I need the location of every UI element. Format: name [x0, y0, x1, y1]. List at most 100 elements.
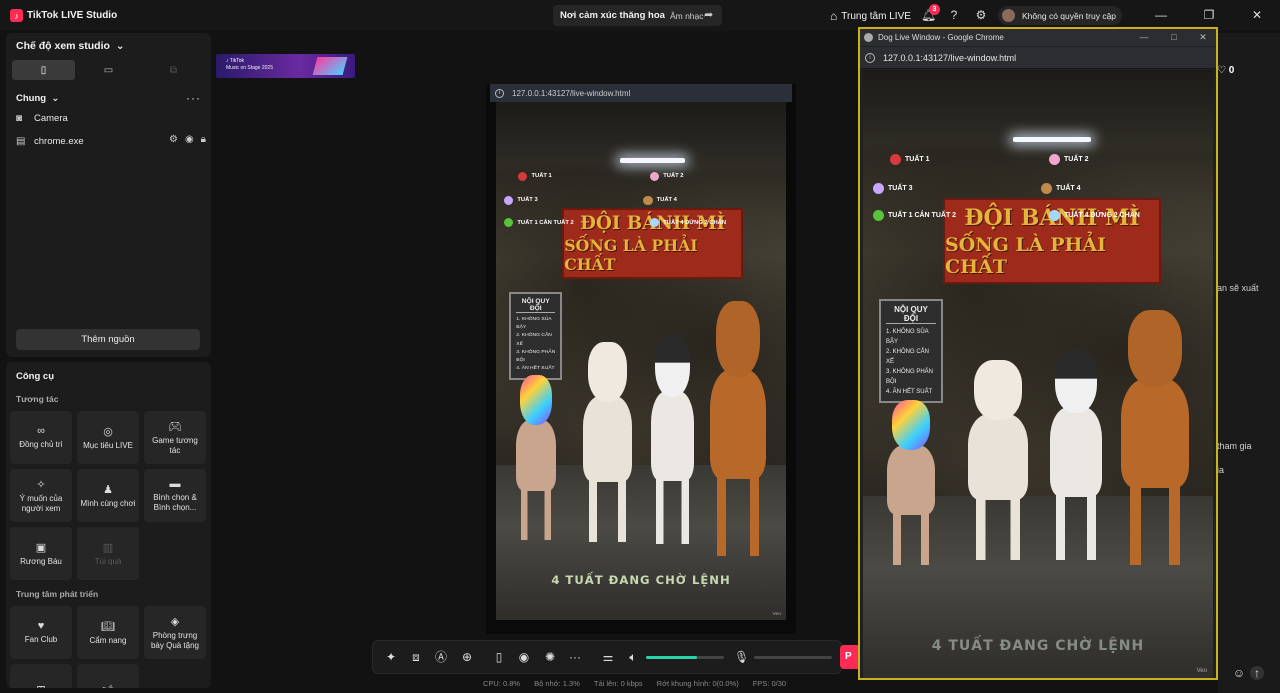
lock-icon[interactable]: 🔒︎: [201, 134, 206, 145]
waiting-caption: 4 TUẤT ĐANG CHỜ LỆNH: [551, 572, 731, 587]
studio-mode-dropdown[interactable]: Chế độ xem studio ⌄: [16, 40, 125, 52]
phone-portrait-icon: ▯: [40, 64, 47, 76]
dog-head: [588, 342, 628, 403]
reaction-tag: TUẤT 1: [890, 154, 930, 165]
tool-label: Game tương tác: [152, 435, 198, 455]
chevron-down-icon: ⌄: [48, 93, 60, 104]
tools-panel: Công cụ Tương tác ∞ Đồng chủ trì ◎ Mục t…: [6, 362, 211, 688]
help-icon[interactable]: ?: [947, 8, 961, 22]
arrow-up-icon[interactable]: ↑: [1250, 666, 1264, 680]
tool-handbook[interactable]: 📖︎ Cẩm nang: [77, 606, 139, 659]
dual-orientation-button[interactable]: ⧉: [142, 60, 205, 80]
volume-slider[interactable]: [646, 656, 724, 659]
speaker-icon[interactable]: 🔈︎: [626, 650, 640, 664]
tool-co-host[interactable]: ∞ Đồng chủ trì: [10, 411, 72, 464]
dog-body: [1049, 406, 1103, 497]
settings-icon[interactable]: ⚙: [169, 134, 178, 145]
live-center-button[interactable]: ⌂ Trung tâm LIVE: [830, 6, 911, 26]
tool-viewer-wish[interactable]: ✧ Ý muốn của người xem: [10, 469, 72, 522]
popup-url-bar[interactable]: i 127.0.0.1:43127/live-window.html: [860, 47, 1216, 69]
dog-figure: [961, 360, 1035, 560]
rules-board: NỘI QUY ĐỘI 1. KHÔNG SỦA BẬY 2. KHÔNG CẮN …: [879, 299, 943, 403]
notification-badge: 3: [929, 4, 940, 15]
landscape-icon: ▭: [103, 64, 114, 76]
portrait-orientation-button[interactable]: ▯: [12, 60, 75, 80]
gear-icon[interactable]: ⚙: [974, 8, 988, 22]
sliders-icon[interactable]: ⚌: [601, 650, 615, 664]
target-icon: ◎: [103, 425, 113, 438]
restore-icon[interactable]: ❐: [1202, 8, 1216, 22]
rule-item: 3. KHÔNG PHẢN BỘI: [886, 369, 934, 385]
preview-url: 127.0.0.1:43127/live-window.html: [512, 88, 631, 98]
add-screen-icon[interactable]: ⊕: [460, 650, 474, 664]
studio-mode-label: Chế độ xem studio: [16, 40, 110, 52]
sticker-icon: [650, 218, 660, 228]
book-icon: 📖︎: [101, 620, 115, 633]
info-icon: i: [495, 88, 504, 98]
ai-icon[interactable]: Ⓐ: [434, 650, 448, 664]
reaction-tag: TUẤT 3: [873, 183, 913, 194]
promo-banner[interactable]: ♪ TikTok Music on Stage 2025: [216, 54, 355, 78]
dog-legs: [893, 512, 929, 565]
ceiling-lamp: [1013, 137, 1091, 142]
more-icon[interactable]: ···: [568, 650, 582, 664]
dog-body: [650, 390, 695, 481]
effects-icon[interactable]: ⧈: [409, 650, 423, 664]
reaction-tag: TUẤT 1: [518, 171, 552, 181]
close-icon[interactable]: ✕: [1197, 31, 1209, 43]
popup-url: 127.0.0.1:43127/live-window.html: [883, 52, 1017, 63]
tool-gift-gallery[interactable]: ◈ Phòng trưng bày Quà tặng: [144, 606, 206, 659]
mic-slider[interactable]: [754, 656, 832, 659]
dog-body: [968, 414, 1028, 500]
tool-treasure-chest[interactable]: ▣ Rương Báu: [10, 527, 72, 580]
share-icon[interactable]: ➦: [704, 9, 716, 21]
user-account-pill[interactable]: Không có quyền truy cập: [998, 6, 1122, 25]
maximize-icon[interactable]: □: [1168, 31, 1180, 43]
minimize-icon[interactable]: —: [1154, 8, 1168, 22]
tool-interactive-game[interactable]: 🎮︎ Game tương tác: [144, 411, 206, 464]
landscape-orientation-button[interactable]: ▭: [77, 60, 140, 80]
more-options-icon[interactable]: ···: [186, 91, 201, 105]
source-item-chrome[interactable]: ▤ chrome.exe ⚙ ◉ 🔒︎: [16, 133, 206, 149]
veo-watermark: Veo: [1196, 668, 1207, 674]
stream-preview[interactable]: i 127.0.0.1:43127/live-window.html ĐỘI B…: [486, 84, 796, 634]
general-section-header[interactable]: Chung ⌄: [16, 93, 59, 104]
dog-figure: [1113, 310, 1197, 565]
dog-live-window[interactable]: Dog Live Window - Google Chrome — □ ✕ i …: [858, 27, 1218, 680]
add-source-button[interactable]: Thêm nguồn: [16, 329, 200, 350]
go-live-button[interactable]: P: [840, 645, 858, 669]
minimize-icon[interactable]: —: [1138, 31, 1150, 43]
magic-wand-icon[interactable]: ✦: [384, 650, 398, 664]
tool-play-together[interactable]: ♟ Mình cùng chơi: [77, 469, 139, 522]
dog-body: [887, 444, 935, 516]
record-icon[interactable]: ◉: [517, 650, 531, 664]
dog-figure: [645, 334, 700, 544]
dog-figure: [881, 400, 941, 565]
tool-gift-bag[interactable]: ▥ Túi quà: [77, 527, 139, 580]
dog-body: [515, 419, 556, 491]
source-actions: ⚙ ◉ 🔒︎: [169, 134, 206, 145]
tool-extra-1[interactable]: ⊞: [10, 664, 72, 688]
tag-label: TUẤT 1: [905, 156, 930, 163]
mic-muted-icon[interactable]: 🎙︎: [734, 650, 749, 664]
tool-live-goal[interactable]: ◎ Mục tiêu LIVE: [77, 411, 139, 464]
promo-subtitle: Music on Stage 2025: [226, 65, 273, 71]
rule-item: 4. ĂN HẾT SUẤT: [886, 389, 933, 395]
dog-figure: [1043, 350, 1109, 560]
scene-title-pill[interactable]: Nơi cảm xúc thăng hoa Âm nhạc ➦: [553, 5, 722, 26]
phone-icon[interactable]: ▯: [492, 650, 506, 664]
tool-extra-2[interactable]: 👍︎: [77, 664, 139, 688]
preview-url-bar: i 127.0.0.1:43127/live-window.html: [490, 84, 792, 102]
emoji-icon[interactable]: ☺: [1232, 666, 1246, 680]
info-icon: i: [865, 52, 875, 63]
tool-poll[interactable]: ▬ Bình chọn & Bình chọn...: [144, 469, 206, 522]
tool-fan-club[interactable]: ♥ Fan Club: [10, 606, 72, 659]
tool-label: Túi quà: [94, 556, 122, 566]
memory-stat: Bộ nhớ: 1.3%: [534, 679, 580, 688]
eye-icon[interactable]: ◉: [185, 134, 194, 145]
close-icon[interactable]: ✕: [1250, 8, 1264, 22]
camera-settings-icon[interactable]: ✺: [543, 650, 557, 664]
sticker-icon: [518, 171, 528, 181]
scene-title: Nơi cảm xúc thăng hoa: [560, 10, 665, 21]
source-item-camera[interactable]: ◙ Camera: [16, 110, 206, 126]
